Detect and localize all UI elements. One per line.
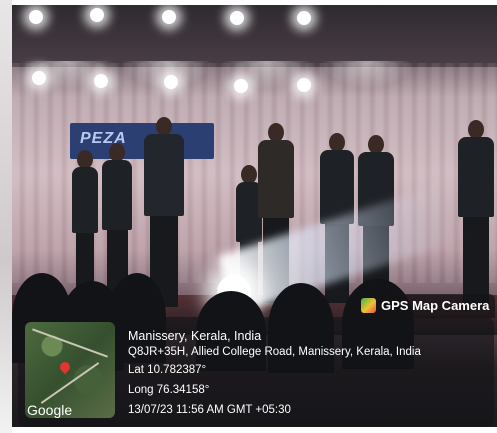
ceiling-light bbox=[29, 10, 43, 24]
capture-timestamp: 13/07/23 11:56 AM GMT +05:30 bbox=[128, 404, 291, 416]
dancer bbox=[72, 150, 98, 300]
curtain-swag bbox=[322, 61, 412, 89]
stage-light bbox=[94, 74, 108, 88]
dancer bbox=[458, 120, 494, 305]
ceiling-light bbox=[230, 11, 244, 25]
dancer-body bbox=[258, 140, 294, 218]
dancer-body bbox=[144, 134, 184, 216]
location-address: Q8JR+35H, Allied College Road, Manissery… bbox=[128, 346, 421, 358]
stage-light bbox=[32, 71, 46, 85]
dancer-legs bbox=[463, 217, 489, 305]
gps-app-label: GPS Map Camera bbox=[381, 298, 490, 313]
gps-map-camera-icon bbox=[361, 298, 376, 313]
stage-light bbox=[234, 79, 248, 93]
left-edge-strip bbox=[0, 0, 12, 433]
location-latitude: Lat 10.782387° bbox=[128, 364, 207, 376]
photo-frame: PEZA GPS Map Camera Google Manissery, Ke… bbox=[0, 0, 497, 433]
dancer-body bbox=[72, 167, 98, 233]
map-road bbox=[32, 328, 108, 358]
google-logo: Google bbox=[27, 402, 73, 418]
ceiling-light bbox=[90, 8, 104, 22]
stage-light bbox=[297, 78, 311, 92]
ceiling-light bbox=[162, 10, 176, 24]
stage-light bbox=[164, 75, 178, 89]
dancer-body bbox=[102, 160, 132, 230]
dancer-body bbox=[458, 137, 494, 217]
location-place: Manissery, Kerala, India bbox=[128, 329, 262, 343]
ceiling-light bbox=[297, 11, 311, 25]
ceiling bbox=[12, 5, 497, 67]
location-longitude: Long 76.34158° bbox=[128, 384, 210, 396]
